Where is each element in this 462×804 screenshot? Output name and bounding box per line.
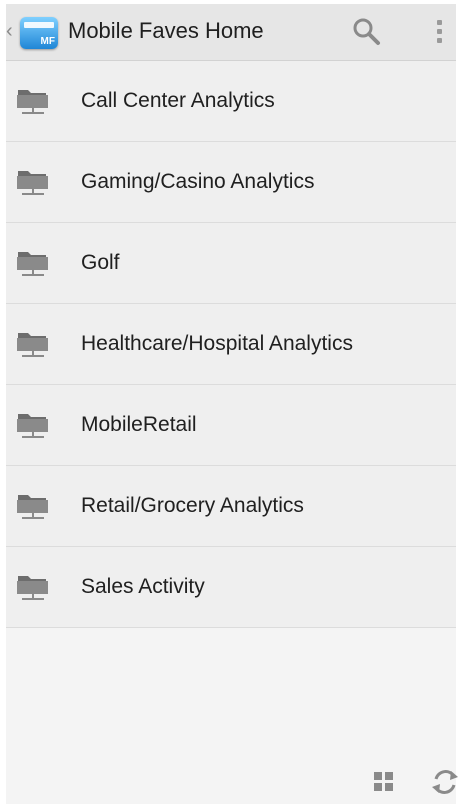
network-folder-icon <box>17 333 48 357</box>
refresh-button[interactable] <box>430 766 460 798</box>
search-icon <box>353 18 380 45</box>
list-item[interactable]: Healthcare/Hospital Analytics <box>6 304 456 385</box>
folder-list: Call Center Analytics Gaming/Casino Anal… <box>6 61 456 628</box>
list-item-label: Golf <box>81 251 120 274</box>
app-logo-text: MF <box>40 36 55 47</box>
list-item-label: MobileRetail <box>81 413 197 436</box>
network-folder-icon <box>17 495 48 519</box>
list-item[interactable]: Golf <box>6 223 456 304</box>
list-item[interactable]: Gaming/Casino Analytics <box>6 142 456 223</box>
more-vert-icon[interactable] <box>426 14 452 50</box>
list-item[interactable]: Call Center Analytics <box>6 61 456 142</box>
search-button[interactable] <box>348 14 388 50</box>
page-title: Mobile Faves Home <box>68 18 264 43</box>
network-folder-icon <box>17 252 48 276</box>
network-folder-icon <box>17 90 48 114</box>
list-item-label: Retail/Grocery Analytics <box>81 494 304 517</box>
list-item[interactable]: Sales Activity <box>6 547 456 628</box>
list-item[interactable]: MobileRetail <box>6 385 456 466</box>
list-item-label: Healthcare/Hospital Analytics <box>81 332 353 355</box>
network-folder-icon <box>17 171 48 195</box>
network-folder-icon <box>17 576 48 600</box>
app-logo-icon[interactable]: MF <box>20 17 58 49</box>
list-item[interactable]: Retail/Grocery Analytics <box>6 466 456 547</box>
list-item-label: Call Center Analytics <box>81 89 275 112</box>
list-item-label: Sales Activity <box>81 575 205 598</box>
action-bar: ‹ MF Mobile Faves Home <box>6 4 456 61</box>
chevron-left-icon[interactable]: ‹ <box>6 20 14 42</box>
refresh-icon <box>432 770 458 794</box>
grid-view-icon[interactable] <box>372 770 396 794</box>
app-screen: ‹ MF Mobile Faves Home Call Center Analy… <box>6 4 458 804</box>
network-folder-icon <box>17 414 48 438</box>
list-item-label: Gaming/Casino Analytics <box>81 170 315 193</box>
